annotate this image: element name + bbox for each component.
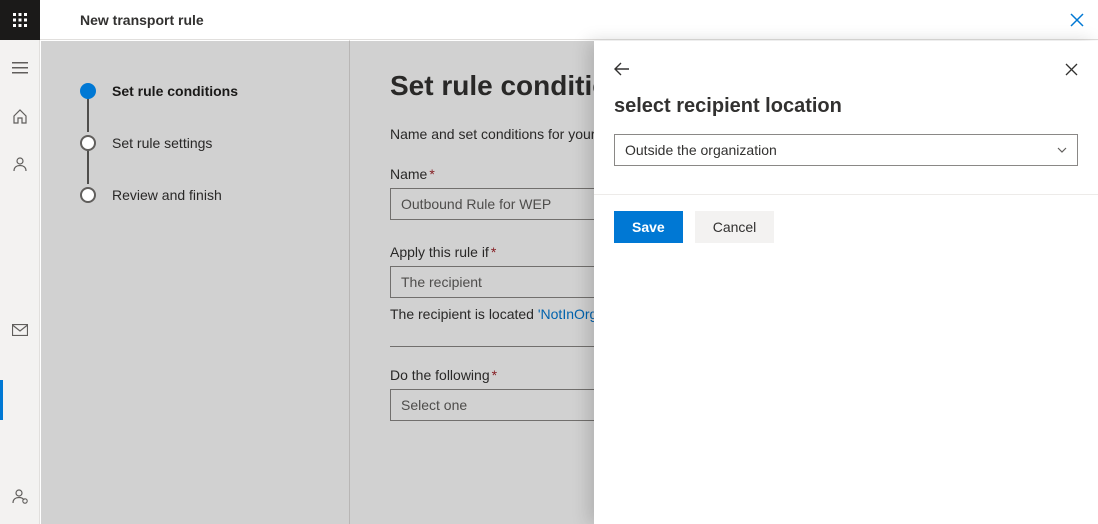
panel-back-button[interactable] [614,61,630,77]
step-indicator-icon [80,83,96,99]
cancel-button[interactable]: Cancel [695,211,775,243]
location-select[interactable]: Outside the organization [614,134,1078,166]
nav-users-button[interactable] [0,144,40,184]
waffle-icon [13,13,27,27]
app-launcher-button[interactable] [0,0,40,40]
arrow-left-icon [614,61,630,77]
step-label: Set rule conditions [112,83,238,99]
left-navigation-rail [0,0,40,524]
dialog-header: New transport rule [40,0,1098,40]
nav-home-button[interactable] [0,96,40,136]
dialog-close-button[interactable] [1070,13,1084,27]
chevron-down-icon [1057,147,1067,153]
close-icon [1070,13,1084,27]
step-indicator-icon [80,187,96,203]
dialog-title: New transport rule [80,12,204,28]
step-label: Review and finish [112,187,222,203]
person-admin-icon [12,488,28,504]
select-value: Outside the organization [625,142,777,158]
step-label: Set rule settings [112,135,212,151]
panel-close-button[interactable] [1065,63,1078,76]
nav-mail-button[interactable] [0,310,40,350]
nav-admin-button[interactable] [0,476,40,516]
step-indicator-icon [80,135,96,151]
hamburger-icon [12,62,28,74]
mail-icon [12,324,28,336]
close-icon [1065,63,1078,76]
step-set-rule-settings[interactable]: Set rule settings [80,132,349,154]
step-set-rule-conditions[interactable]: Set rule conditions [80,80,349,102]
nav-menu-button[interactable] [0,48,40,88]
recipient-location-flyout: select recipient location Outside the or… [594,41,1098,524]
save-button[interactable]: Save [614,211,683,243]
nav-active-item[interactable] [0,380,40,420]
divider [594,194,1098,195]
panel-title: select recipient location [614,95,1078,118]
home-icon [12,108,28,124]
wizard-steps: Set rule conditions Set rule settings Re… [40,40,350,524]
person-icon [12,156,28,172]
step-review-and-finish[interactable]: Review and finish [80,184,349,206]
